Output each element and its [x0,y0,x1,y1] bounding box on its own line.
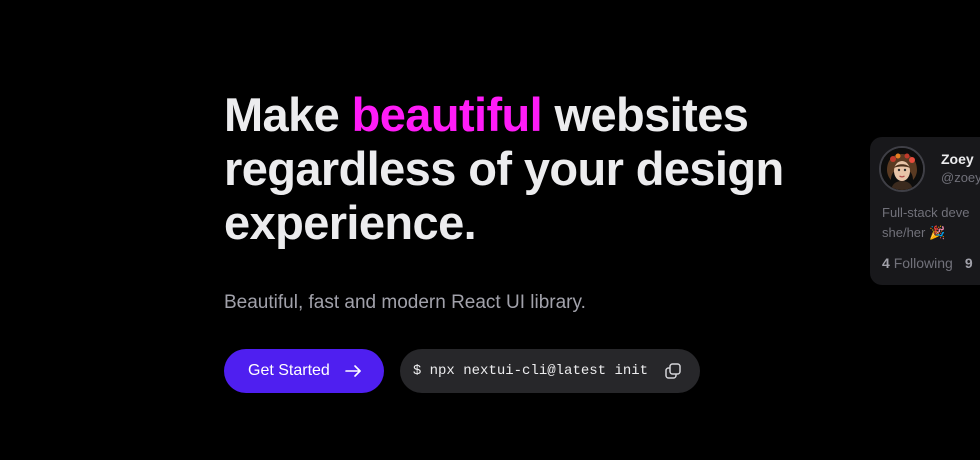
following-label: Following [893,255,953,271]
profile-handle: @zoey [941,170,980,185]
following-count: 4 [882,255,890,271]
install-command-snippet: $ npx nextui-cli@latest init [399,349,701,393]
profile-stats: 4 Following 9 [882,255,973,271]
profile-card: Zoey @zoey Full-stack deve she/her 🎉 4 F… [870,137,980,285]
headline-part-1: Make [224,88,352,141]
profile-bio: Full-stack deve she/her 🎉 [882,203,980,243]
profile-name: Zoey [941,151,974,167]
avatar[interactable] [879,146,925,192]
followers-count: 9 [964,255,973,271]
profile-bio-line-1: Full-stack deve [882,205,970,220]
hero-subtitle: Beautiful, fast and modern React UI libr… [224,292,586,313]
followers-stat[interactable]: 9 [965,255,973,271]
arrow-right-icon [344,362,362,380]
hero-headline: Make beautiful websites regardless of yo… [224,88,844,250]
get-started-button[interactable]: Get Started [224,349,384,393]
headline-accent-word: beautiful [351,88,543,141]
get-started-label: Get Started [248,362,330,379]
landing-page: Make beautiful websites regardless of yo… [0,0,980,460]
copy-icon[interactable] [664,362,682,380]
hero-section: Make beautiful websites regardless of yo… [224,88,844,250]
cta-row: Get Started $ npx nextui-cli@latest init [224,349,701,393]
following-stat[interactable]: 4 Following [882,255,953,271]
install-command-text: $ npx nextui-cli@latest init [412,363,649,379]
profile-bio-line-2: she/her 🎉 [882,225,946,240]
